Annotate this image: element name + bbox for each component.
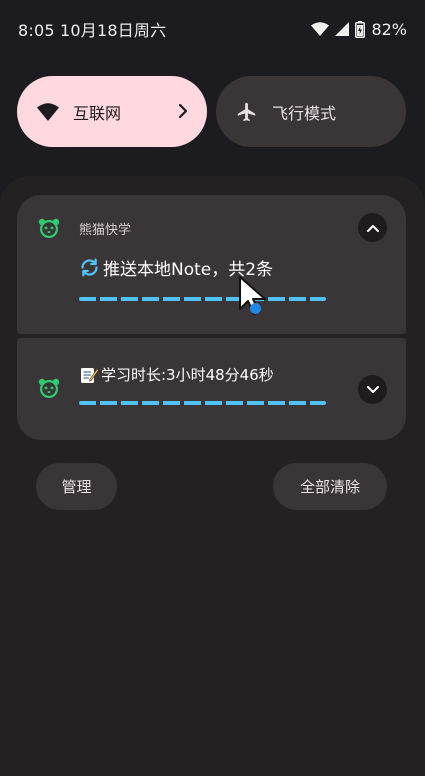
memo-icon: [79, 365, 99, 385]
notification-title-study-time: 学习时长:3小时48分46秒: [79, 364, 274, 385]
internet-tile-label: 互联网: [73, 103, 122, 123]
notification-card-study-time[interactable]: [17, 338, 406, 440]
internet-tile[interactable]: 互联网: [17, 76, 207, 147]
airplane-mode-label: 飞行模式: [272, 103, 337, 123]
panda-app-icon: [37, 216, 61, 240]
cell-signal-icon: [335, 22, 350, 36]
sync-icon: [79, 257, 100, 278]
wifi-signal-icon: [311, 22, 330, 36]
wifi-icon: [37, 101, 59, 123]
notification-title-text: 学习时长:3小时48分46秒: [101, 366, 274, 384]
collapse-button[interactable]: [358, 213, 387, 242]
battery-icon: [355, 20, 366, 38]
panda-app-icon: [37, 376, 61, 400]
chevron-right-icon[interactable]: [177, 101, 189, 125]
battery-percent: 82%: [371, 19, 407, 39]
expand-button[interactable]: [358, 375, 387, 404]
status-bar: 8:05 10月18日周六 82%: [0, 0, 425, 58]
airplane-mode-tile[interactable]: 飞行模式: [216, 76, 406, 147]
status-time-date: 8:05 10月18日周六: [18, 21, 167, 40]
manage-button[interactable]: 管理: [36, 463, 117, 510]
touch-indicator: [250, 303, 261, 314]
progress-bar-study-time: [79, 401, 326, 405]
chevron-up-icon: [366, 224, 379, 232]
status-icons: 82%: [311, 20, 407, 39]
notification-app-name: 熊猫快学: [79, 223, 132, 238]
mouse-cursor-icon: [237, 275, 269, 321]
airplane-icon: [236, 101, 258, 123]
chevron-down-icon: [366, 385, 379, 393]
clear-all-button[interactable]: 全部清除: [273, 463, 387, 510]
progress-bar-sync: [79, 297, 326, 301]
